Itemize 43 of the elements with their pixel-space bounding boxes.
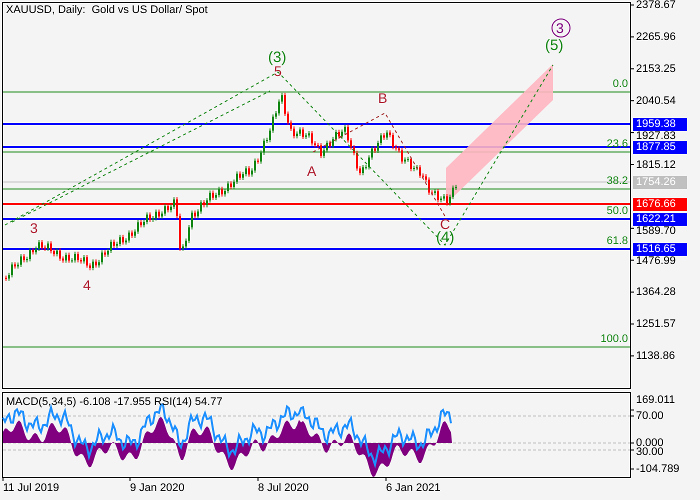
wave-label: (4) <box>436 230 454 245</box>
indicator-axis-label: 30.00 <box>636 447 664 458</box>
fib-level-label: 61.8 <box>606 236 628 247</box>
time-axis-label: 11 Jul 2019 <box>3 483 60 494</box>
indicator-axis-label: 70.00 <box>636 411 664 422</box>
price-axis-label: 1364.28 <box>636 287 676 298</box>
price-axis-label: 1138.86 <box>636 351 675 362</box>
price-axis-label: 1476.99 <box>636 256 676 267</box>
chart-title: XAUUSD, Daily: Gold vs US Dollar/ Spot <box>6 5 208 16</box>
fib-level-label: 38.2 <box>606 176 628 187</box>
time-axis-label: 6 Jan 2021 <box>386 483 440 494</box>
time-axis-label: 9 Jan 2020 <box>130 483 184 494</box>
fib-level-label: 50.0 <box>606 206 628 217</box>
wave-label: A <box>307 164 316 178</box>
price-axis-label: 2265.96 <box>636 32 676 43</box>
wave-label: (3) <box>268 50 286 65</box>
wave-label: C <box>440 217 450 231</box>
price-tag: 1516.65 <box>633 243 687 256</box>
wave-circle <box>552 18 570 38</box>
price-axis-label: 2378.67 <box>636 0 676 11</box>
wave-label: 3 <box>556 21 564 35</box>
price-tag: 1877.85 <box>633 141 687 154</box>
price-tag: 1754.26 <box>633 176 687 189</box>
price-tag: 1959.38 <box>633 118 687 131</box>
indicator-axis-label: -104.789 <box>636 464 680 475</box>
time-axis-label: 8 Jul 2020 <box>258 483 309 494</box>
price-tag: 1622.21 <box>633 213 687 226</box>
fib-level-label: 0.0 <box>612 79 628 90</box>
price-axis-label: 2153.25 <box>636 64 676 75</box>
price-axis-label: 2040.54 <box>636 96 676 107</box>
price-axis-label: 1589.70 <box>636 226 676 237</box>
price-axis-label: 1927.83 <box>636 131 676 142</box>
fib-level-label: 100.0 <box>599 334 628 345</box>
price-axis-label: 1815.12 <box>636 160 676 170</box>
wave-label: (5) <box>545 38 564 53</box>
indicator-title: MACD(5,34,5) -6.108 -17.955 RSI(14) 54.77 <box>6 397 222 408</box>
price-tag: 1676.66 <box>633 198 687 211</box>
wave-label: B <box>378 91 388 105</box>
wave-label: 5 <box>274 64 282 78</box>
price-axis-label: 1251.57 <box>636 319 676 330</box>
wave-label: 3 <box>30 221 38 235</box>
indicator-axis-label: 169.011 <box>636 395 675 406</box>
wave-label: 4 <box>83 278 91 292</box>
